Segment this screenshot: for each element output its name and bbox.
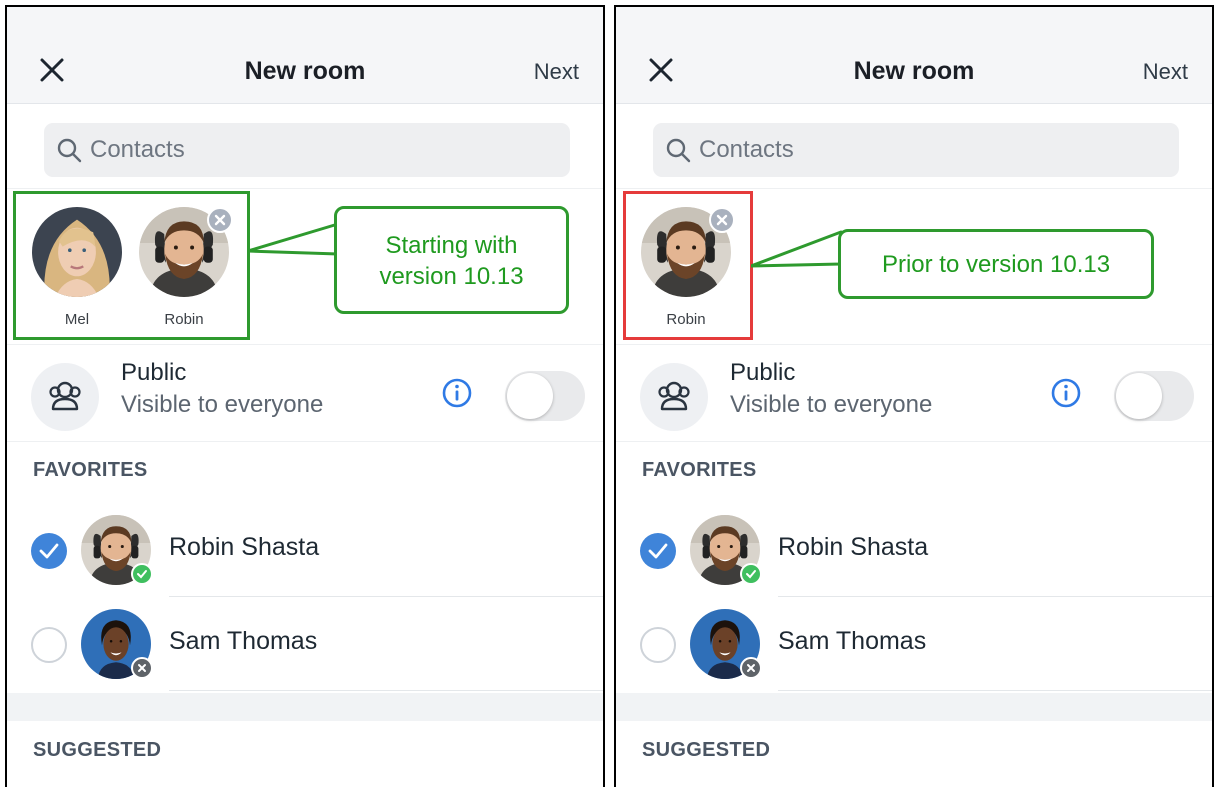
search-input[interactable]	[699, 133, 1159, 167]
divider	[169, 690, 603, 691]
next-button[interactable]: Next	[534, 59, 579, 85]
public-row: Public Visible to everyone	[616, 344, 1212, 442]
search-field[interactable]	[44, 123, 570, 177]
public-subtitle: Visible to everyone	[730, 391, 933, 418]
search-icon	[57, 138, 82, 163]
public-subtitle: Visible to everyone	[121, 391, 324, 418]
callout-line1: Starting with	[385, 232, 518, 259]
public-toggle[interactable]	[505, 371, 585, 421]
section-suggested: SUGGESTED	[642, 739, 771, 761]
toggle-knob	[507, 373, 553, 419]
highlight-box	[623, 191, 753, 340]
toggle-knob	[1116, 373, 1162, 419]
panel-starting-10-13: New room Next Mel	[5, 5, 605, 787]
search-area	[7, 104, 603, 189]
public-row: Public Visible to everyone	[7, 344, 603, 442]
list-item[interactable]: Sam Thomas	[616, 597, 1212, 691]
group-icon	[31, 363, 99, 431]
available-status-icon	[131, 563, 153, 585]
group-icon	[640, 363, 708, 431]
search-area	[616, 104, 1212, 189]
callout-prior: Prior to version 10.13	[838, 229, 1154, 299]
available-status-icon	[740, 563, 762, 585]
offline-status-icon	[131, 657, 153, 679]
callout-line2: version 10.13	[379, 263, 524, 290]
page-title: New room	[853, 57, 975, 85]
public-toggle[interactable]	[1114, 371, 1194, 421]
info-icon[interactable]	[1050, 377, 1082, 409]
search-field[interactable]	[653, 123, 1179, 177]
panel-prior-10-13: New room Next Robin	[614, 5, 1214, 787]
checkbox-unselected[interactable]	[640, 627, 676, 663]
header: New room Next	[616, 37, 1212, 104]
checkmark-icon	[648, 543, 668, 559]
contact-name: Sam Thomas	[778, 627, 927, 655]
list-item[interactable]: Robin Shasta	[7, 503, 603, 597]
callout-starting: Starting with version 10.13	[334, 206, 569, 314]
divider	[778, 690, 1212, 691]
section-spacer	[616, 693, 1212, 721]
section-spacer	[7, 693, 603, 721]
search-icon	[666, 138, 691, 163]
list-item[interactable]: Sam Thomas	[7, 597, 603, 691]
checkbox-unselected[interactable]	[31, 627, 67, 663]
info-icon[interactable]	[441, 377, 473, 409]
header: New room Next	[7, 37, 603, 104]
callout-line1: Prior to version 10.13	[881, 251, 1111, 278]
checkmark-icon	[39, 543, 59, 559]
search-input[interactable]	[90, 133, 550, 167]
public-title: Public	[730, 359, 796, 386]
contact-name: Robin Shasta	[778, 533, 929, 561]
section-favorites: FAVORITES	[33, 459, 148, 481]
page-title: New room	[244, 57, 366, 85]
next-button[interactable]: Next	[1143, 59, 1188, 85]
section-suggested: SUGGESTED	[33, 739, 162, 761]
status-bar	[7, 7, 603, 37]
offline-status-icon	[740, 657, 762, 679]
contact-name: Robin Shasta	[169, 533, 320, 561]
public-title: Public	[121, 359, 187, 386]
callout-pointer	[751, 230, 843, 268]
highlight-box	[13, 191, 250, 340]
checkbox-selected[interactable]	[640, 533, 676, 569]
callout-pointer	[248, 222, 340, 256]
list-item[interactable]: Robin Shasta	[616, 503, 1212, 597]
section-favorites: FAVORITES	[642, 459, 757, 481]
contact-name: Sam Thomas	[169, 627, 318, 655]
checkbox-selected[interactable]	[31, 533, 67, 569]
status-bar	[616, 7, 1212, 37]
